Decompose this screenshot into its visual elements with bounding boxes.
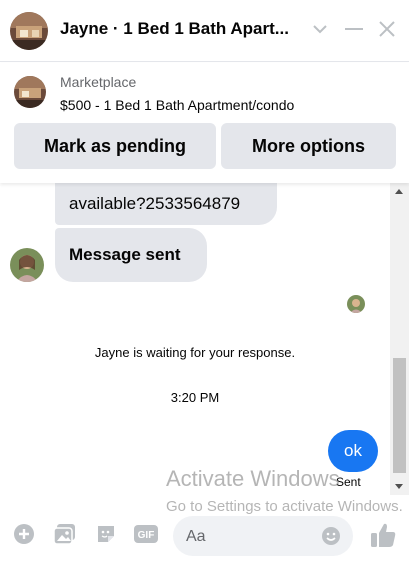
scroll-up-arrow-icon[interactable] (395, 189, 403, 194)
chevron-down-icon[interactable] (306, 14, 334, 44)
thread-scrollbar[interactable] (390, 183, 409, 495)
marketplace-banner: Marketplace $500 - 1 Bed 1 Bath Apartmen… (0, 63, 409, 183)
read-receipt-avatar (347, 295, 365, 313)
mark-as-pending-button[interactable]: Mark as pending (14, 123, 216, 169)
message-input[interactable]: Aa (173, 516, 353, 556)
sent-message-bubble: ok (328, 430, 378, 472)
scroll-down-arrow-icon[interactable] (395, 484, 403, 489)
svg-text:GIF: GIF (138, 530, 155, 541)
listing-title[interactable]: $500 - 1 Bed 1 Bath Apartment/condo (60, 97, 294, 113)
message-input-placeholder: Aa (186, 528, 206, 545)
timestamp: 3:20 PM (170, 390, 220, 405)
message-bubble-peer: Message sent (55, 228, 207, 282)
delivery-status: Sent (336, 475, 361, 489)
emoji-icon[interactable] (321, 526, 341, 546)
photo-icon[interactable] (53, 522, 77, 546)
thumbs-up-icon[interactable] (368, 520, 398, 550)
sticker-icon[interactable] (94, 522, 118, 546)
message-composer: GIF Aa (0, 510, 409, 563)
contact-avatar[interactable] (10, 12, 48, 50)
more-options-button[interactable]: More options (221, 123, 396, 169)
plus-icon[interactable] (12, 522, 36, 546)
waiting-notice: Jayne is waiting for your response. (94, 345, 296, 360)
listing-thumbnail[interactable] (14, 76, 46, 108)
message-thread: available?2533564879 Message sent Jayne … (0, 183, 409, 495)
marketplace-label: Marketplace (60, 74, 137, 90)
message-text: available?2533564879 (69, 194, 241, 213)
chat-title[interactable]: Jayne · 1 Bed 1 Bath Apart... (60, 19, 289, 39)
close-icon[interactable] (372, 14, 402, 44)
minimize-icon[interactable] (340, 14, 368, 44)
chat-header: Jayne · 1 Bed 1 Bath Apart... (0, 0, 409, 62)
scrollbar-thumb[interactable] (393, 358, 406, 473)
gif-icon[interactable]: GIF (134, 522, 158, 546)
message-bubble-me: available?2533564879 (55, 183, 277, 225)
peer-avatar[interactable] (10, 248, 44, 282)
